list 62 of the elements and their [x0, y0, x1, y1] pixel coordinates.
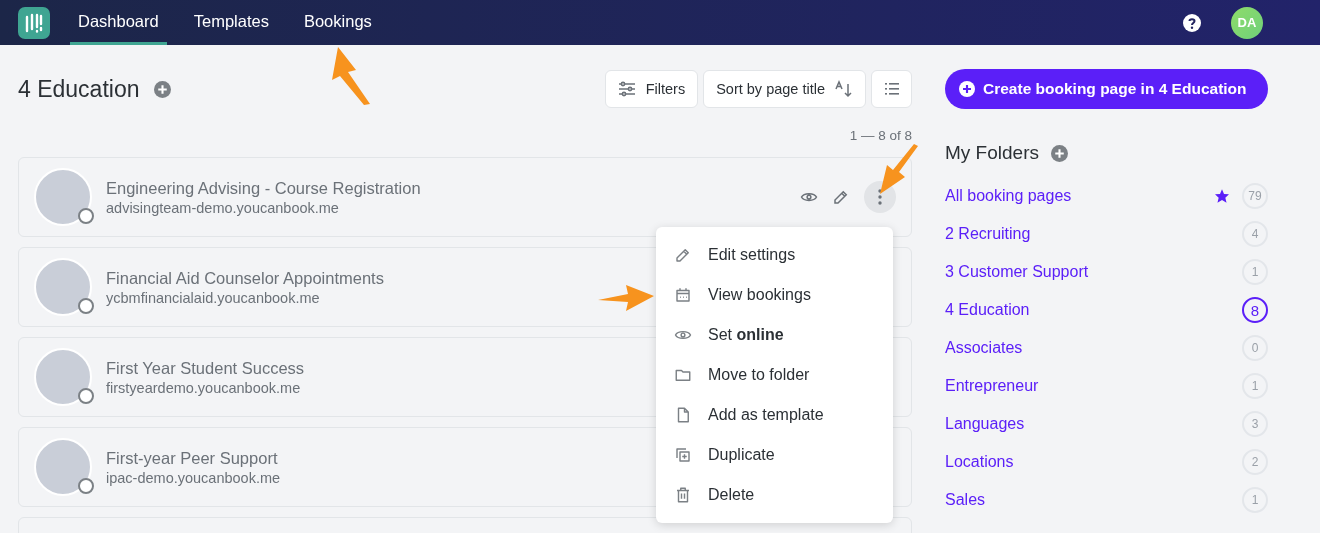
sliders-icon	[617, 81, 636, 97]
booking-page-title: First-year Peer Support	[106, 448, 279, 468]
booking-page-url[interactable]: advisingteam-demo.youcanbook.me	[106, 199, 421, 216]
folder-link[interactable]: 2 Recruiting	[945, 225, 1242, 243]
annotation-arrow	[332, 47, 371, 105]
folder-count: 4	[1242, 221, 1268, 247]
folder-count: 1	[1242, 487, 1268, 513]
status-ring-icon	[78, 478, 94, 494]
folder-count: 3	[1242, 411, 1268, 437]
folder-count: 2	[1242, 449, 1268, 475]
booking-page-url[interactable]: ipac-demo.youcanbook.me	[106, 469, 281, 486]
menu-item[interactable]: Move to folder	[656, 355, 893, 395]
folder-count: 1	[1242, 259, 1268, 285]
folder-link[interactable]: Locations	[945, 453, 1242, 471]
logo-icon[interactable]	[18, 6, 50, 39]
page-title: 4 Education	[18, 75, 140, 103]
booking-page-title: Engineering Advising - Course Registration	[106, 178, 421, 198]
menu-item[interactable]: View bookings	[656, 275, 893, 315]
page-range: 1 — 8 of 8	[848, 128, 912, 145]
folder-count: 79	[1242, 183, 1268, 209]
folder-link[interactable]: 4 Education	[945, 301, 1242, 319]
booking-page-title: First Year Student Success	[106, 358, 305, 378]
folder-link[interactable]: Entrepreneur	[945, 377, 1242, 395]
vertical-dots-icon	[878, 189, 882, 205]
create-booking-page-button[interactable]: Create booking page in 4 Education	[945, 69, 1268, 109]
help-icon[interactable]	[1183, 13, 1201, 32]
folder-link[interactable]: Sales	[945, 491, 1242, 509]
star-icon[interactable]	[1214, 188, 1230, 204]
edit-icon	[674, 246, 692, 264]
folder-link[interactable]: Associates	[945, 339, 1242, 357]
folder-link[interactable]: All booking pages	[945, 187, 1214, 205]
list-view-button[interactable]	[871, 70, 912, 108]
nav-tab[interactable]: Dashboard	[70, 0, 167, 45]
annotation-arrow	[880, 144, 918, 194]
sort-az-icon	[835, 80, 853, 98]
folder-count: 8	[1242, 297, 1268, 323]
booking-page-url[interactable]: firstyeardemo.youcanbook.me	[106, 379, 305, 396]
trash-icon	[674, 486, 692, 504]
booking-page-title: Financial Aid Counselor Appointments	[106, 268, 384, 288]
nav-tab[interactable]: Bookings	[295, 0, 380, 45]
sort-button[interactable]: Sort by page title	[703, 70, 866, 108]
menu-item[interactable]: Duplicate	[656, 435, 893, 475]
status-ring-icon	[78, 208, 94, 224]
annotation-arrow	[598, 285, 654, 311]
folder-link[interactable]: Languages	[945, 415, 1242, 433]
booking-page-url[interactable]: ycbmfinancialaid.youcanbook.me	[106, 289, 384, 306]
filters-button[interactable]: Filters	[604, 70, 699, 108]
copy-icon	[674, 446, 692, 464]
status-ring-icon	[78, 298, 94, 314]
folders-heading: My Folders	[945, 142, 1039, 164]
more-options-button[interactable]	[864, 181, 896, 213]
edit-pencil-icon[interactable]	[832, 188, 850, 206]
folder-count: 0	[1242, 335, 1268, 361]
add-folder-icon[interactable]	[1050, 144, 1068, 162]
calendar-icon	[674, 286, 692, 304]
nav-tab[interactable]: Templates	[185, 0, 277, 45]
folder-link[interactable]: 3 Customer Support	[945, 263, 1242, 281]
folder-count: 1	[1242, 373, 1268, 399]
status-ring-icon	[78, 388, 94, 404]
add-icon	[959, 81, 975, 97]
add-icon[interactable]	[154, 80, 172, 98]
list-icon	[884, 83, 899, 95]
